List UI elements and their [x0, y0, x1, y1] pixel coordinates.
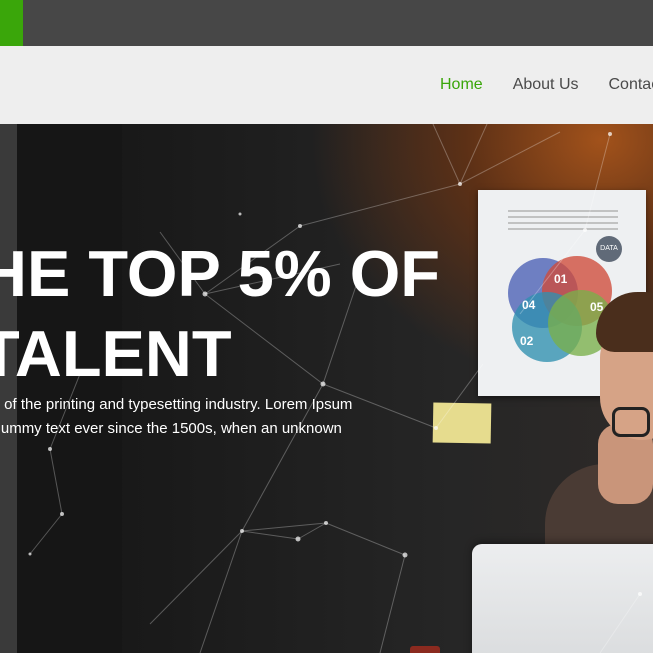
navigation-bar: Home About Us Contac	[0, 46, 653, 124]
hero-banner: DATA 01 04 02 05 HE TOP 5% OF TALENT ext…	[0, 124, 653, 653]
main-nav: Home About Us Contac	[440, 46, 653, 124]
hero-description: ext of the printing and typesetting indu…	[0, 393, 352, 441]
top-bar	[0, 0, 653, 46]
nav-home-link[interactable]: Home	[440, 76, 483, 94]
hero-title-line-2: TALENT	[0, 317, 232, 390]
nav-about-us-link[interactable]: About Us	[513, 76, 579, 94]
nav-contact-link[interactable]: Contac	[609, 76, 653, 94]
brand-accent-block	[0, 0, 23, 46]
hero-title-line-1: HE TOP 5% OF	[0, 237, 440, 310]
hero-description-line-1: ext of the printing and typesetting indu…	[0, 396, 353, 413]
hero-title: HE TOP 5% OF TALENT	[0, 234, 440, 394]
hero-description-line-2: d dummy text ever since the 1500s, when …	[0, 420, 342, 437]
